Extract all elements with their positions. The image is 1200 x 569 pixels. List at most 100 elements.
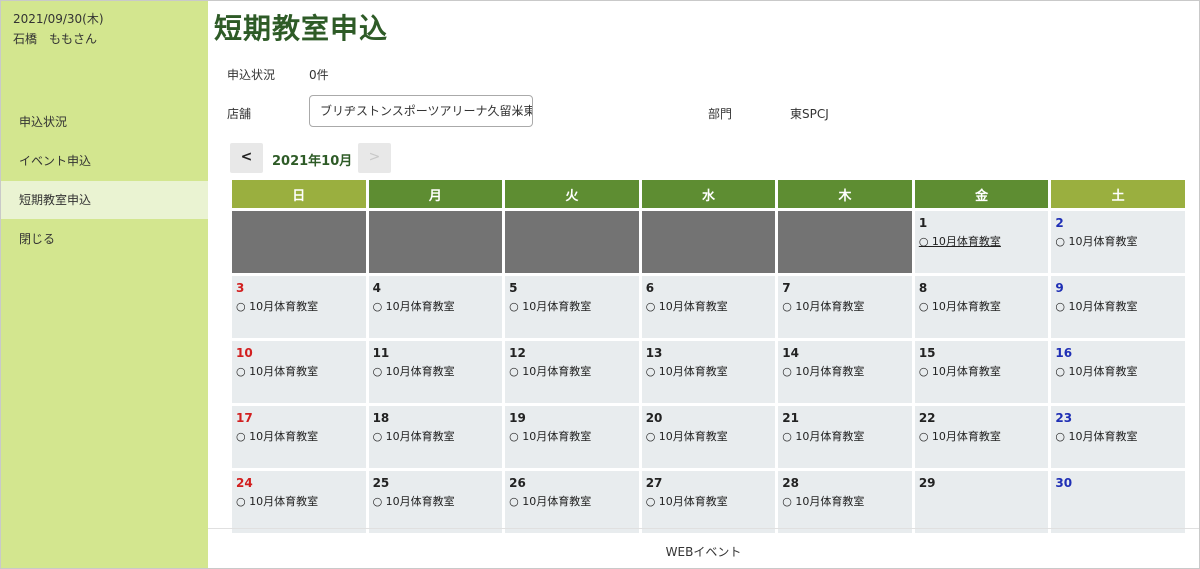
calendar-day-cell[interactable]: 5 ○ 10月体育教室 xyxy=(505,276,639,338)
calendar-day-cell: 29 xyxy=(914,471,1049,533)
weekday-sun: 日 xyxy=(232,180,366,208)
calendar-day-cell[interactable]: 17 ○ 10月体育教室 xyxy=(232,406,366,468)
day-number: 27 xyxy=(645,476,663,490)
calendar-day-cell[interactable]: 21 ○ 10月体育教室 xyxy=(778,406,912,468)
course-event-link[interactable]: ○ 10月体育教室 xyxy=(1055,428,1181,444)
calendar-day-cell[interactable]: 4 ○ 10月体育教室 xyxy=(368,276,503,338)
store-select[interactable]: ブリヂストンスポーツアリーナ久留米東 ⌄ xyxy=(309,95,533,127)
weekday-fri: 金 xyxy=(914,180,1049,208)
day-number: 26 xyxy=(509,476,526,490)
calendar-day-cell[interactable]: 9 ○ 10月体育教室 xyxy=(1051,276,1185,338)
calendar-day-cell[interactable]: 20 ○ 10月体育教室 xyxy=(641,406,776,468)
day-number: 7 xyxy=(782,281,791,295)
course-event-link[interactable]: ○ 10月体育教室 xyxy=(236,428,362,444)
next-month-button[interactable]: > xyxy=(358,143,391,173)
weekday-mon: 月 xyxy=(368,180,503,208)
sidebar-item-event-application[interactable]: イベント申込 xyxy=(1,142,208,180)
sidebar-nav: 申込状況 イベント申込 短期教室申込 閉じる xyxy=(1,103,208,259)
sidebar-item-application-status[interactable]: 申込状況 xyxy=(1,103,208,141)
calendar-day-cell[interactable]: 2 ○ 10月体育教室 xyxy=(1051,211,1185,273)
calendar-day-cell[interactable]: 24 ○ 10月体育教室 xyxy=(232,471,366,533)
weekday-tue: 火 xyxy=(505,180,639,208)
course-event-link[interactable]: ○ 10月体育教室 xyxy=(236,363,362,379)
calendar-week-row: 24 ○ 10月体育教室 25 ○ 10月体育教室 26 ○ 10月体育教室 27 ○ 10月… xyxy=(232,471,1185,533)
calendar-day-cell[interactable]: 1 ○ 10月体育教室 xyxy=(914,211,1049,273)
calendar-day-cell[interactable]: 7 ○ 10月体育教室 xyxy=(778,276,912,338)
course-event-link[interactable]: ○ 10月体育教室 xyxy=(919,233,1045,249)
day-number: 19 xyxy=(509,411,526,425)
current-date: 2021/09/30(木) xyxy=(13,12,104,26)
calendar-week-row: 1 ○ 10月体育教室 2 ○ 10月体育教室 xyxy=(232,211,1185,273)
calendar-empty-cell xyxy=(505,211,639,273)
day-number: 8 xyxy=(918,281,928,295)
course-event-link[interactable]: ○ 10月体育教室 xyxy=(1055,298,1181,314)
calendar-day-cell[interactable]: 28 ○ 10月体育教室 xyxy=(778,471,912,533)
main-content: 短期教室申込 申込状況 0件 店舗 ブリヂストンスポーツアリーナ久留米東 ⌄ 部… xyxy=(208,1,1199,568)
calendar-day-cell[interactable]: 6 ○ 10月体育教室 xyxy=(641,276,776,338)
course-event-link[interactable]: ○ 10月体育教室 xyxy=(646,493,772,509)
calendar-day-cell[interactable]: 13 ○ 10月体育教室 xyxy=(641,341,776,403)
course-event-link[interactable]: ○ 10月体育教室 xyxy=(509,298,635,314)
course-event-link[interactable]: ○ 10月体育教室 xyxy=(1055,233,1181,249)
course-event-link[interactable]: ○ 10月体育教室 xyxy=(236,298,362,314)
day-number: 29 xyxy=(918,476,936,490)
course-event-link[interactable]: ○ 10月体育教室 xyxy=(236,493,362,509)
sidebar: 2021/09/30(木) 石橋 ももさん 申込状況 イベント申込 短期教室申込… xyxy=(1,1,208,568)
calendar-day-cell[interactable]: 11 ○ 10月体育教室 xyxy=(368,341,503,403)
calendar-day-cell[interactable]: 19 ○ 10月体育教室 xyxy=(505,406,639,468)
footer: WEBイベント xyxy=(208,528,1199,568)
day-number: 15 xyxy=(918,346,936,360)
calendar-day-cell[interactable]: 27 ○ 10月体育教室 xyxy=(641,471,776,533)
calendar-day-cell[interactable]: 26 ○ 10月体育教室 xyxy=(505,471,639,533)
sidebar-item-short-course-application[interactable]: 短期教室申込 xyxy=(1,181,208,219)
day-number: 18 xyxy=(372,411,390,425)
calendar-day-cell[interactable]: 3 ○ 10月体育教室 xyxy=(232,276,366,338)
course-event-link[interactable]: ○ 10月体育教室 xyxy=(373,493,499,509)
calendar-day-cell[interactable]: 12 ○ 10月体育教室 xyxy=(505,341,639,403)
calendar-empty-cell xyxy=(778,211,912,273)
course-event-link[interactable]: ○ 10月体育教室 xyxy=(782,493,908,509)
calendar-day-cell[interactable]: 15 ○ 10月体育教室 xyxy=(914,341,1049,403)
calendar-day-cell[interactable]: 23 ○ 10月体育教室 xyxy=(1051,406,1185,468)
day-number: 24 xyxy=(236,476,253,490)
course-event-link[interactable]: ○ 10月体育教室 xyxy=(509,363,635,379)
weekday-thu: 木 xyxy=(778,180,912,208)
day-number: 25 xyxy=(372,476,390,490)
course-event-link[interactable]: ○ 10月体育教室 xyxy=(919,363,1045,379)
calendar-body: 1 ○ 10月体育教室 2 ○ 10月体育教室 3 ○ 10月体育教室 4 ○ 10月体育教室… xyxy=(232,211,1185,533)
course-event-link[interactable]: ○ 10月体育教室 xyxy=(782,298,908,314)
day-number: 11 xyxy=(372,346,390,360)
day-number: 22 xyxy=(918,411,936,425)
day-number: 16 xyxy=(1055,346,1073,360)
course-event-link[interactable]: ○ 10月体育教室 xyxy=(1055,363,1181,379)
calendar-grid: 日 月 火 水 木 金 土 1 ○ 10月体育教室 2 ○ 10月体育教室 3 ○ 10月… xyxy=(229,177,1188,536)
weekday-sat: 土 xyxy=(1051,180,1185,208)
course-event-link[interactable]: ○ 10月体育教室 xyxy=(782,428,908,444)
calendar-day-cell[interactable]: 14 ○ 10月体育教室 xyxy=(778,341,912,403)
current-month: 2021年10月 xyxy=(272,154,353,169)
calendar-day-cell[interactable]: 16 ○ 10月体育教室 xyxy=(1051,341,1185,403)
course-event-link[interactable]: ○ 10月体育教室 xyxy=(509,493,635,509)
course-event-link[interactable]: ○ 10月体育教室 xyxy=(919,428,1045,444)
calendar-day-cell[interactable]: 10 ○ 10月体育教室 xyxy=(232,341,366,403)
course-event-link[interactable]: ○ 10月体育教室 xyxy=(782,363,908,379)
day-number: 21 xyxy=(782,411,799,425)
course-event-link[interactable]: ○ 10月体育教室 xyxy=(373,363,499,379)
course-event-link[interactable]: ○ 10月体育教室 xyxy=(646,298,772,314)
prev-month-button[interactable]: < xyxy=(230,143,263,173)
calendar-day-cell[interactable]: 8 ○ 10月体育教室 xyxy=(914,276,1049,338)
course-event-link[interactable]: ○ 10月体育教室 xyxy=(646,428,772,444)
calendar-day-cell[interactable]: 18 ○ 10月体育教室 xyxy=(368,406,503,468)
calendar-day-cell[interactable]: 25 ○ 10月体育教室 xyxy=(368,471,503,533)
course-event-link[interactable]: ○ 10月体育教室 xyxy=(646,363,772,379)
course-event-link[interactable]: ○ 10月体育教室 xyxy=(373,298,499,314)
course-event-link[interactable]: ○ 10月体育教室 xyxy=(509,428,635,444)
day-number: 12 xyxy=(509,346,526,360)
sidebar-item-close[interactable]: 閉じる xyxy=(1,220,208,258)
course-event-link[interactable]: ○ 10月体育教室 xyxy=(373,428,499,444)
course-event-link[interactable]: ○ 10月体育教室 xyxy=(919,298,1045,314)
calendar-empty-cell xyxy=(368,211,503,273)
calendar-day-cell[interactable]: 22 ○ 10月体育教室 xyxy=(914,406,1049,468)
store-label: 店舗 xyxy=(227,107,252,121)
calendar-week-row: 10 ○ 10月体育教室 11 ○ 10月体育教室 12 ○ 10月体育教室 13 ○ 10月… xyxy=(232,341,1185,403)
